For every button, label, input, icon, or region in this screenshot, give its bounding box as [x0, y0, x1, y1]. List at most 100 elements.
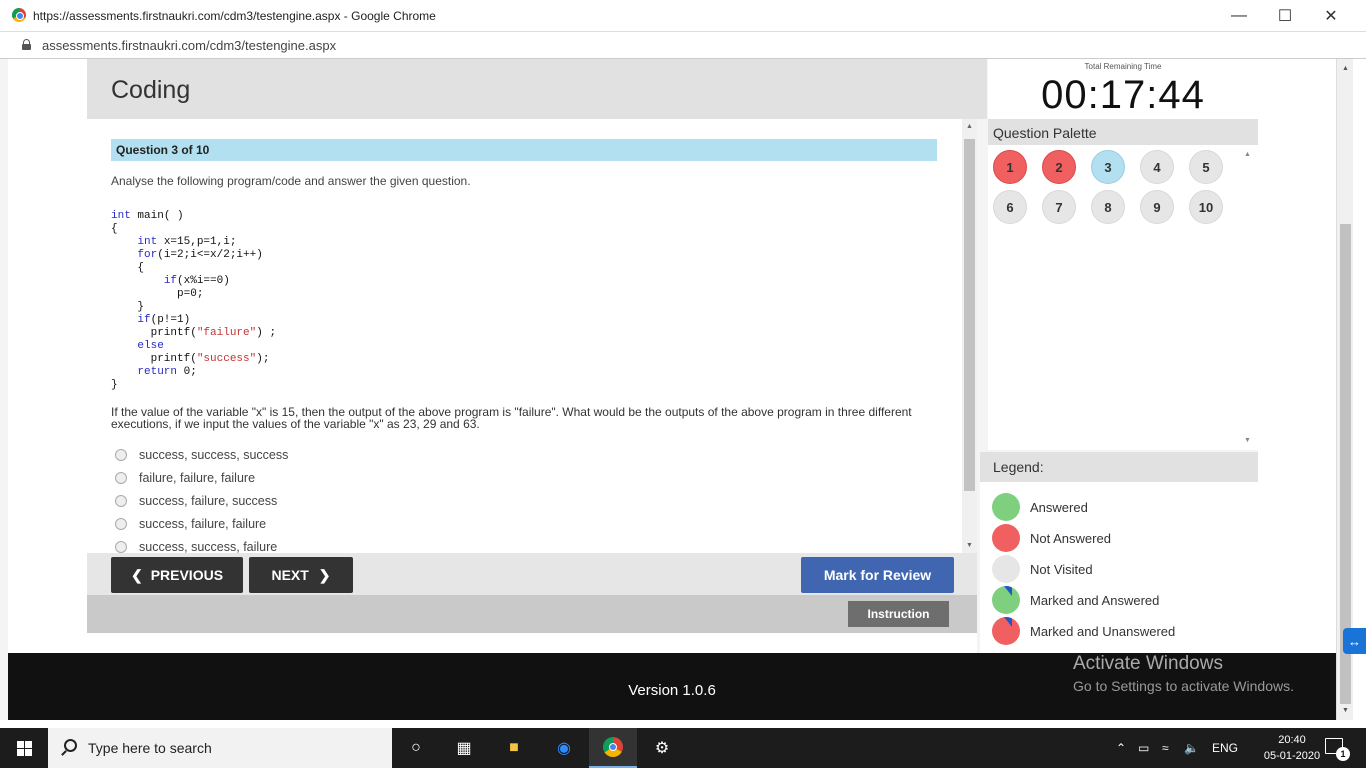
code-token: x=15,p=1,i; [157, 236, 237, 248]
palette-question-5[interactable]: 5 [1189, 150, 1223, 184]
answer-option-1[interactable]: success, success, success [115, 443, 288, 466]
next-button[interactable]: NEXT ❯ [249, 557, 353, 593]
chrome-taskbar-icon[interactable] [589, 728, 637, 768]
palette-question-1[interactable]: 1 [993, 150, 1027, 184]
instruction-bar: Instruction [87, 595, 977, 633]
legend-label: Not Visited [1030, 561, 1093, 577]
activate-title: Activate Windows [1073, 653, 1223, 674]
settings-gear-icon[interactable]: ⚙ [638, 728, 686, 768]
lock-icon [22, 39, 31, 50]
question-scrollbar[interactable]: ▲ ▼ [962, 119, 977, 553]
code-line: if(p!=1) [111, 314, 276, 327]
answer-option-2[interactable]: failure, failure, failure [115, 466, 288, 489]
address-bar[interactable]: assessments.firstnaukri.com/cdm3/testeng… [0, 32, 1366, 59]
taskbar-search[interactable]: Type here to search [48, 728, 392, 768]
notification-icon[interactable]: 1 [1325, 738, 1350, 761]
page-margin-right [1258, 59, 1336, 653]
code-token: "failure" [196, 327, 257, 339]
notification-count: 1 [1336, 747, 1350, 761]
answer-option-5[interactable]: success, success, failure [115, 535, 288, 553]
answer-option-3[interactable]: success, failure, success [115, 489, 288, 512]
palette-question-2[interactable]: 2 [1042, 150, 1076, 184]
search-icon [64, 739, 77, 752]
taskbar: Type here to search ○ ▦ ■ ◉ ⚙ ⌃ ▭ ≈ 🔈 EN… [0, 728, 1366, 768]
page-scroll-down-icon[interactable]: ▼ [1337, 703, 1354, 718]
activate-windows-watermark: Activate Windows Go to Settings to activ… [1073, 653, 1294, 694]
palette-question-6[interactable]: 6 [993, 190, 1027, 224]
scroll-down-icon[interactable]: ▼ [962, 538, 977, 553]
status-dot-icon [992, 555, 1020, 583]
code-token: { [111, 223, 118, 235]
code-token: if [137, 314, 151, 326]
close-window-button[interactable]: ✕ [1308, 0, 1354, 32]
flagged-status-icon [992, 617, 1020, 645]
palette-scroll-up-icon[interactable]: ▲ [1240, 147, 1255, 162]
radio-button[interactable] [115, 471, 127, 484]
radio-button[interactable] [115, 540, 127, 553]
minimize-button[interactable]: — [1216, 0, 1262, 32]
question-counter: Question 3 of 10 [116, 143, 210, 157]
palette-question-8[interactable]: 8 [1091, 190, 1125, 224]
legend-item: Not Visited [992, 555, 1093, 583]
chrome-icon [603, 737, 623, 757]
code-token: (i=2;i<=x/2;i++) [157, 249, 263, 261]
url-text[interactable]: assessments.firstnaukri.com/cdm3/testeng… [42, 38, 336, 53]
palette-question-9[interactable]: 9 [1140, 190, 1174, 224]
code-token: (p!=1) [150, 314, 191, 326]
palette-scrollbar[interactable]: ▲ ▼ [1240, 147, 1255, 447]
code-token: "success" [196, 353, 257, 365]
page-scrollbar[interactable]: ▲ ▼ [1336, 59, 1353, 720]
palette-question-10[interactable]: 10 [1189, 190, 1223, 224]
timer-value: 00:17:44 [1041, 73, 1205, 117]
code-block: int main( ){ int x=15,p=1,i; for(i=2;i<=… [111, 210, 276, 392]
code-line: { [111, 262, 276, 275]
code-token: } [111, 301, 145, 313]
palette-question-4[interactable]: 4 [1140, 150, 1174, 184]
legend-item: Marked and Answered [992, 586, 1159, 614]
teamviewer-side-icon[interactable]: ↔ [1343, 628, 1366, 654]
battery-icon[interactable]: ▭ [1138, 741, 1149, 755]
task-view-icon[interactable]: ▦ [440, 728, 488, 768]
cortana-icon[interactable]: ○ [392, 728, 440, 768]
code-token: for [137, 249, 158, 261]
code-token: if [163, 275, 178, 287]
code-token: { [111, 262, 145, 274]
wifi-icon[interactable]: ≈ [1162, 741, 1169, 755]
page-scroll-up-icon[interactable]: ▲ [1337, 61, 1354, 76]
mark-for-review-button[interactable]: Mark for Review [801, 557, 954, 593]
code-token: main( ) [130, 210, 184, 222]
maximize-button[interactable]: ☐ [1262, 0, 1308, 32]
start-button[interactable] [0, 728, 48, 768]
palette-question-3[interactable]: 3 [1091, 150, 1125, 184]
navigation-bar: ❮ PREVIOUS NEXT ❯ Mark for Review [87, 553, 977, 595]
answer-option-4[interactable]: success, failure, failure [115, 512, 288, 535]
legend-title: Legend: [993, 459, 1044, 475]
radio-button[interactable] [115, 517, 127, 530]
scroll-thumb[interactable] [964, 139, 975, 491]
code-line: int x=15,p=1,i; [111, 236, 276, 249]
instruction-button[interactable]: Instruction [848, 601, 949, 627]
tray-chevron-icon[interactable]: ⌃ [1116, 741, 1126, 755]
taskbar-clock[interactable]: 20:40 05-01-2020 [1262, 732, 1322, 764]
palette-question-7[interactable]: 7 [1042, 190, 1076, 224]
code-token: (x%i==0) [177, 275, 230, 287]
teamviewer-icon[interactable]: ◉ [540, 728, 588, 768]
previous-button[interactable]: ❮ PREVIOUS [111, 557, 243, 593]
file-explorer-icon[interactable]: ■ [490, 728, 538, 768]
language-indicator[interactable]: ENG [1212, 741, 1238, 755]
scroll-up-icon[interactable]: ▲ [962, 119, 977, 134]
question-text: If the value of the variable "x" is 15, … [111, 405, 912, 431]
code-token: } [111, 379, 118, 391]
volume-icon[interactable]: 🔈 [1184, 741, 1199, 755]
chevron-left-icon: ❮ [130, 566, 143, 583]
palette-scroll-down-icon[interactable]: ▼ [1240, 433, 1255, 448]
code-token: printf( [111, 353, 197, 365]
radio-button[interactable] [115, 494, 127, 507]
activate-subtitle: Go to Settings to activate Windows. [1073, 678, 1294, 694]
radio-button[interactable] [115, 448, 127, 461]
answer-option-label: success, success, failure [139, 539, 278, 554]
code-line: int main( ) [111, 210, 276, 223]
code-line: printf("success"); [111, 353, 276, 366]
